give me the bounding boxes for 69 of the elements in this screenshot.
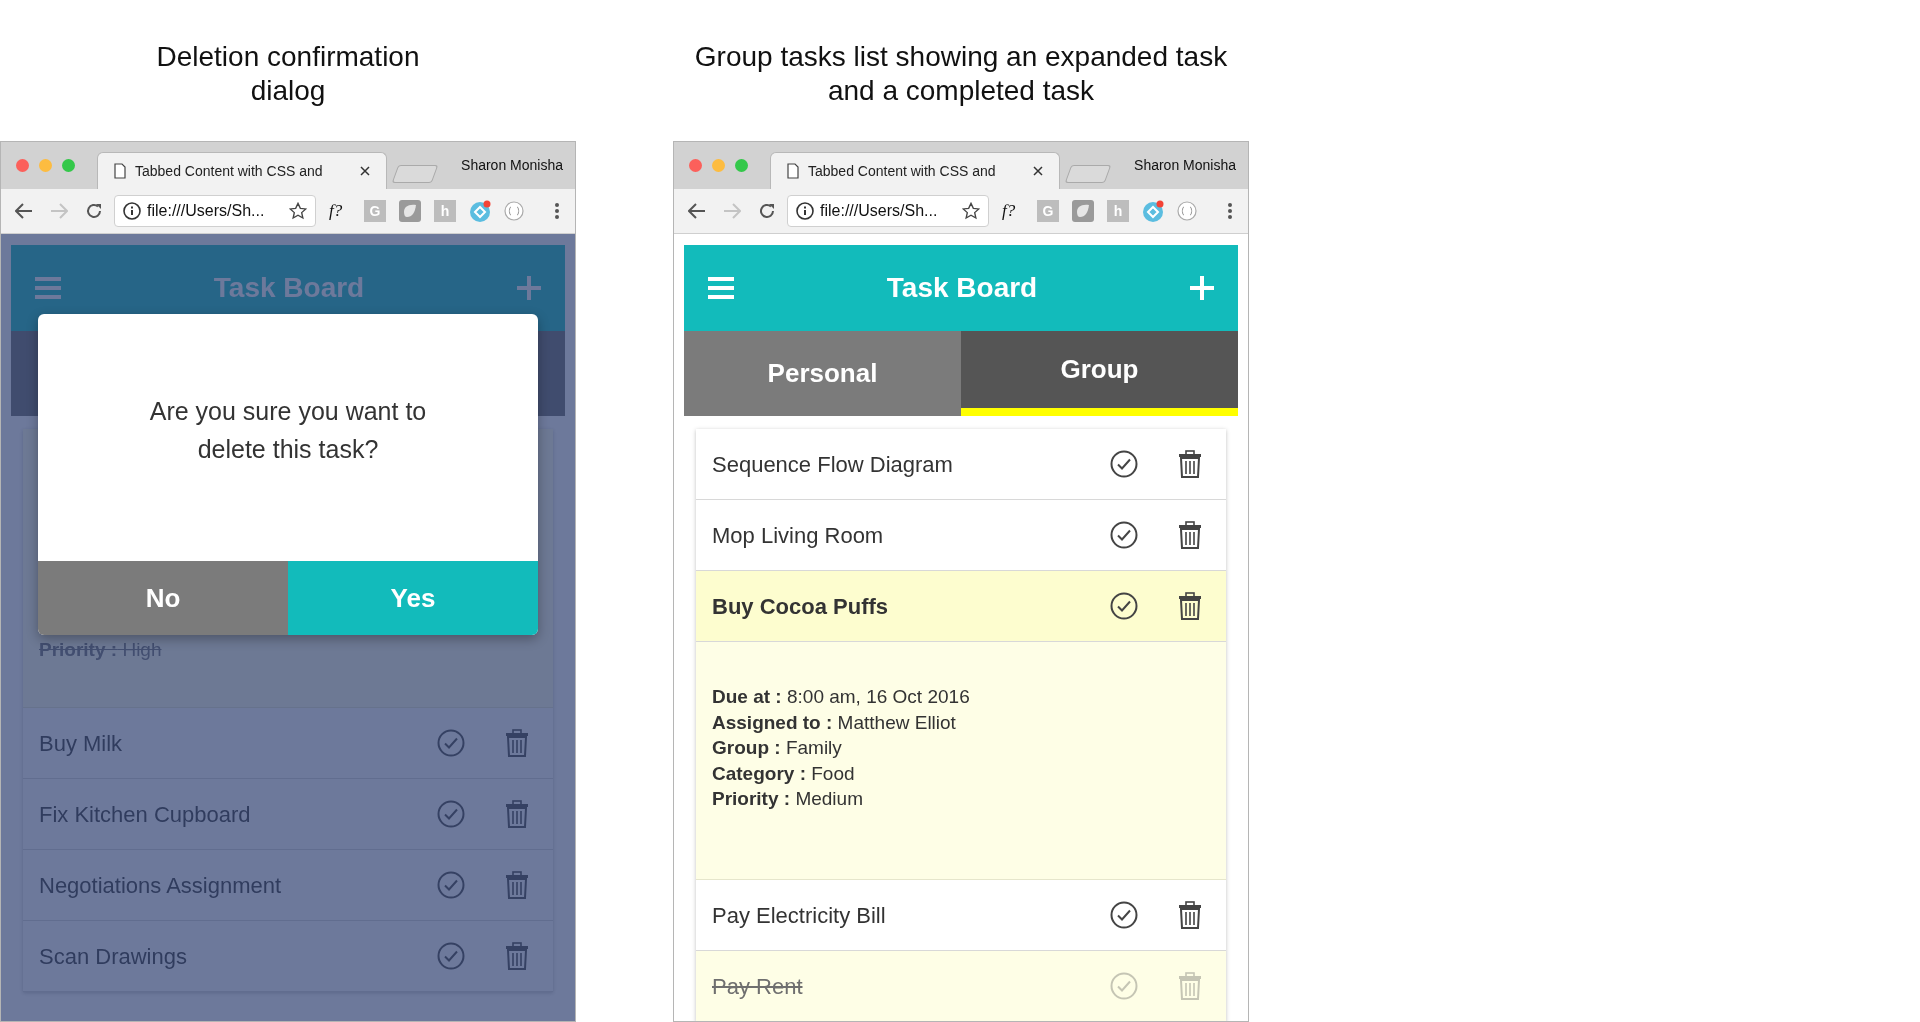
app-title: Task Board xyxy=(212,271,366,305)
page-icon xyxy=(787,163,799,179)
no-button[interactable]: No xyxy=(38,561,288,635)
task-title: Pay Electricity Bill xyxy=(712,901,887,930)
braces-icon[interactable] xyxy=(1177,201,1197,221)
trash-icon[interactable] xyxy=(1178,450,1202,478)
detail-line: Category : Food xyxy=(712,761,856,786)
task-row[interactable]: Mop Living Room xyxy=(696,500,1226,571)
info-icon[interactable] xyxy=(123,202,141,220)
task-row[interactable]: Sequence Flow Diagram xyxy=(696,429,1226,500)
browser-tab[interactable]: Tabbed Content with CSS and xyxy=(97,152,387,189)
forward-icon[interactable] xyxy=(50,203,68,219)
tab[interactable]: Personal xyxy=(684,331,961,416)
info-icon[interactable] xyxy=(796,202,814,220)
tab[interactable]: Group xyxy=(961,331,1238,416)
task-title: Pay Rent xyxy=(712,972,804,1001)
check-circle-icon[interactable] xyxy=(1110,450,1138,478)
task-title: Sequence Flow Diagram xyxy=(712,450,954,479)
caption: Deletion confirmation dialog xyxy=(155,40,421,108)
detail-line: Due at : 8:00 am, 16 Oct 2016 xyxy=(712,685,971,709)
braces-icon[interactable] xyxy=(504,201,524,221)
maximize-button[interactable] xyxy=(62,159,75,172)
maximize-button[interactable] xyxy=(735,159,748,172)
leaf-icon[interactable] xyxy=(1072,200,1094,222)
leaf-icon[interactable] xyxy=(399,200,421,222)
back-icon[interactable] xyxy=(15,203,33,219)
extension-button[interactable]: f? xyxy=(1002,198,1024,224)
star-icon[interactable] xyxy=(962,202,980,220)
add-icon[interactable] xyxy=(1190,276,1214,300)
forward-icon[interactable] xyxy=(723,203,741,219)
trash-icon[interactable] xyxy=(1178,592,1202,620)
close-icon[interactable] xyxy=(360,166,370,176)
task-title: Buy Milk xyxy=(39,729,124,758)
close-icon[interactable] xyxy=(1033,166,1043,176)
new-tab-button[interactable] xyxy=(1064,165,1112,183)
profile-name[interactable]: Sharon Monisha xyxy=(1134,155,1236,176)
new-tab-button[interactable] xyxy=(391,165,439,183)
address-bar[interactable]: file:///Users/Sh... xyxy=(787,195,989,227)
browser-tab[interactable]: Tabbed Content with CSS and xyxy=(770,152,1060,189)
page-icon xyxy=(114,163,126,179)
app-title: Task Board xyxy=(885,271,1039,305)
trash-icon[interactable] xyxy=(1178,521,1202,549)
trash-icon[interactable] xyxy=(1178,901,1202,929)
detail-line: Group : Family xyxy=(712,736,843,760)
menu-icon[interactable] xyxy=(555,203,559,219)
task-title: Fix Kitchen Cupboard xyxy=(39,800,252,829)
profile-name[interactable]: Sharon Monisha xyxy=(461,155,563,176)
menu-icon[interactable] xyxy=(1228,203,1232,219)
task-title: Mop Living Room xyxy=(712,521,885,550)
extension-button[interactable]: f? xyxy=(329,198,351,224)
task-title: Buy Cocoa Puffs xyxy=(712,592,890,621)
task-title: Negotiations Assignment xyxy=(39,871,283,900)
detail-line: Assigned to : Matthew Elliot xyxy=(712,710,957,735)
check-circle-icon[interactable] xyxy=(1110,592,1138,620)
close-button[interactable] xyxy=(689,159,702,172)
close-button[interactable] xyxy=(16,159,29,172)
caption: Group tasks list showing an expanded task and a completed task xyxy=(693,40,1229,108)
task-title: Scan Drawings xyxy=(39,942,188,971)
reload-icon[interactable] xyxy=(758,202,776,220)
detail-line: Priority : Medium xyxy=(712,787,864,811)
star-icon[interactable] xyxy=(289,202,307,220)
check-circle-icon[interactable] xyxy=(1110,521,1138,549)
task-row[interactable]: Buy Cocoa Puffs xyxy=(696,571,1226,642)
task-row[interactable]: Pay Electricity Bill xyxy=(696,880,1226,951)
check-circle-icon[interactable] xyxy=(1110,901,1138,929)
reload-icon[interactable] xyxy=(85,202,103,220)
dialog-message: Are you sure you want to delete this task? xyxy=(148,395,428,465)
address-bar[interactable]: file:///Users/Sh... xyxy=(114,195,316,227)
back-icon[interactable] xyxy=(688,203,706,219)
